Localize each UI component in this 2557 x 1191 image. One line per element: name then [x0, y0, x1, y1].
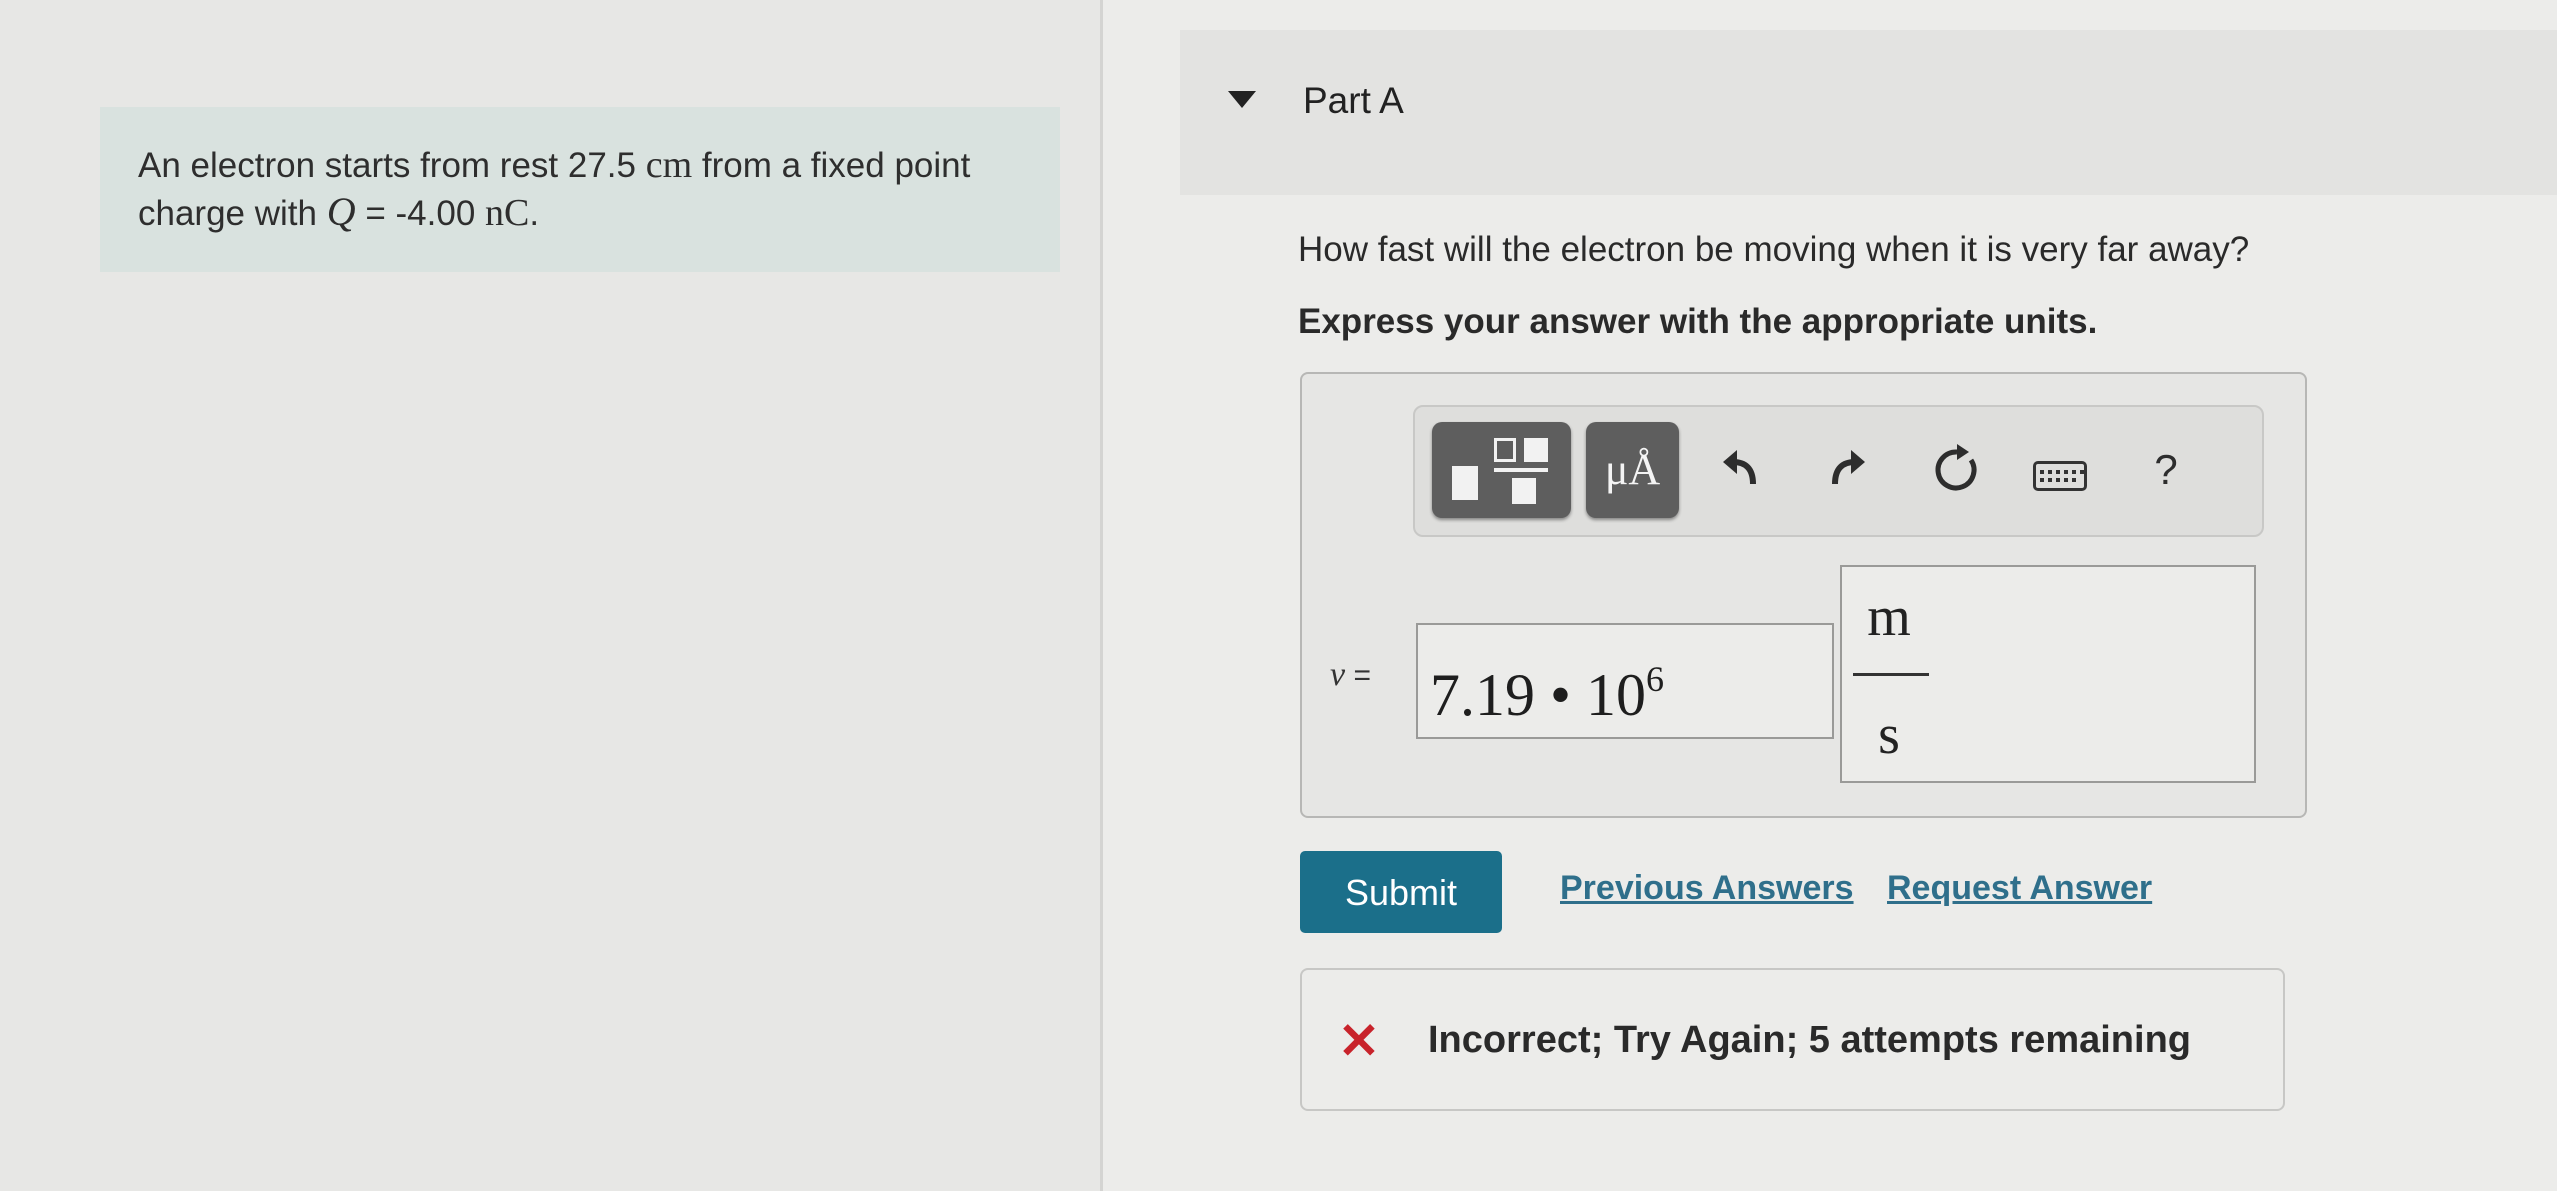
problem-text-1: An electron starts from rest 27.5 [138, 146, 636, 185]
feedback-text: Incorrect; Try Again; 5 attempts remaini… [1428, 1019, 2191, 1061]
answer-variable-label: v = [1330, 656, 1371, 694]
units-button[interactable]: μÅ [1586, 422, 1679, 518]
collapse-caret-icon[interactable] [1228, 91, 1256, 108]
unit-denominator: s [1878, 704, 1900, 766]
charge-symbol: Q [326, 189, 356, 234]
templates-button[interactable] [1432, 422, 1571, 518]
previous-answers-link[interactable]: Previous Answers [1560, 869, 1854, 908]
question-text: How fast will the electron be moving whe… [1298, 230, 2250, 269]
value-exponent: 6 [1646, 659, 1665, 699]
request-answer-link[interactable]: Request Answer [1887, 869, 2152, 908]
x-icon: ✕ [1338, 1013, 1380, 1069]
problem-statement: An electron starts from rest 27.5 cm fro… [100, 107, 1060, 272]
undo-icon[interactable] [1713, 440, 1773, 500]
reset-icon[interactable] [1927, 440, 1987, 500]
instruction-text: Express your answer with the appropriate… [1298, 302, 2098, 341]
equals-sign: = [1353, 659, 1371, 692]
fraction-bar [1853, 673, 1929, 676]
submit-button[interactable]: Submit [1300, 851, 1502, 933]
help-icon[interactable]: ? [2136, 440, 2196, 500]
part-title[interactable]: Part A [1303, 80, 1404, 122]
charge-value: = -4.00 [365, 194, 476, 233]
value-base: 10 [1586, 662, 1647, 728]
variable-symbol: v [1330, 656, 1346, 693]
distance-unit: cm [645, 144, 693, 186]
value-mantissa: 7.19 [1430, 662, 1535, 728]
problem-end: . [529, 194, 540, 233]
redo-icon[interactable] [1815, 440, 1875, 500]
charge-unit: nC [485, 192, 530, 234]
value-input[interactable]: 7.19 • 106 [1416, 623, 1834, 739]
value-times: • [1550, 662, 1572, 728]
unit-numerator: m [1867, 586, 1911, 648]
keyboard-icon[interactable] [2033, 461, 2087, 491]
